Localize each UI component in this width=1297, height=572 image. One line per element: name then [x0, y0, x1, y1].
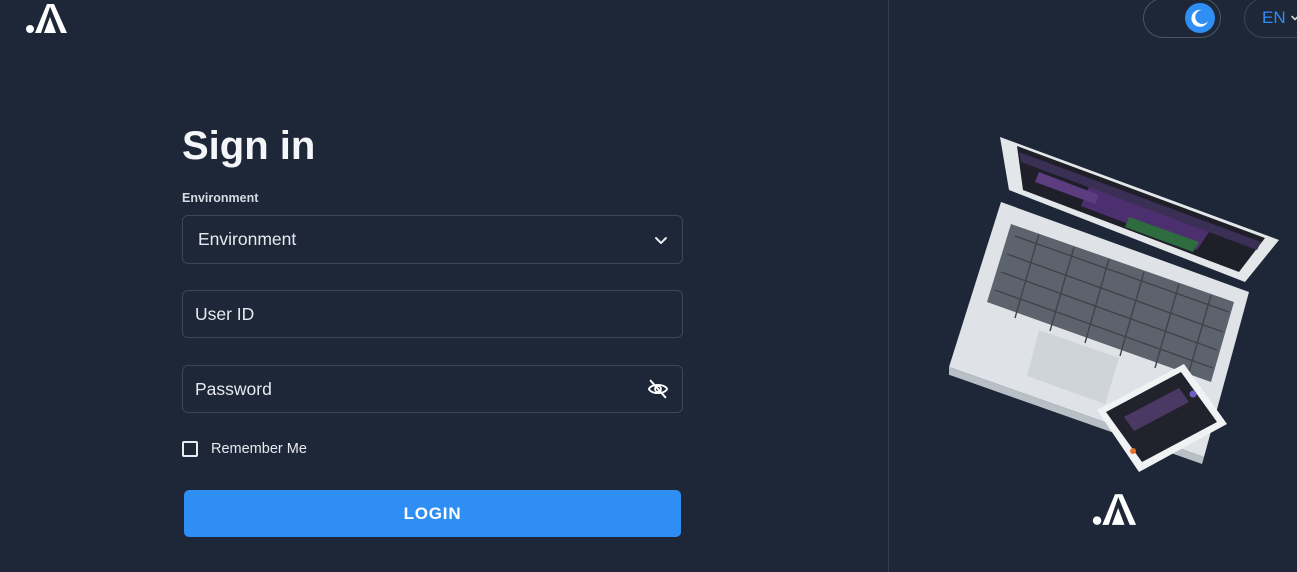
remember-me-row[interactable]: Remember Me: [182, 441, 307, 457]
laptop-and-phone-illustration: [949, 137, 1279, 472]
environment-select[interactable]: Environment: [182, 215, 683, 264]
theme-toggle[interactable]: [1143, 0, 1221, 38]
environment-caption: Environment: [182, 191, 259, 205]
eye-off-icon[interactable]: [647, 378, 669, 400]
chevron-down-icon: [655, 236, 667, 244]
environment-select-value: Environment: [198, 229, 297, 249]
brand-logo-icon: [1092, 494, 1137, 525]
language-select[interactable]: EN: [1244, 0, 1297, 38]
login-pane: Sign in Environment Environment User ID …: [0, 0, 888, 572]
remember-me-label: Remember Me: [211, 441, 307, 457]
user-id-field[interactable]: User ID: [182, 290, 683, 338]
chevron-down-icon: [1290, 15, 1297, 21]
page-title: Sign in: [182, 124, 316, 168]
remember-me-checkbox[interactable]: [182, 441, 198, 457]
password-field[interactable]: Password: [182, 365, 683, 413]
moon-icon: [1185, 3, 1215, 33]
illustration-pane: EN: [889, 0, 1297, 572]
user-id-placeholder: User ID: [195, 303, 255, 324]
login-button[interactable]: LOGIN: [184, 490, 681, 537]
sign-in-form: Sign in Environment Environment User ID …: [182, 122, 683, 537]
brand-logo-icon: [26, 4, 67, 33]
language-label: EN: [1262, 8, 1286, 27]
password-placeholder: Password: [195, 378, 272, 399]
